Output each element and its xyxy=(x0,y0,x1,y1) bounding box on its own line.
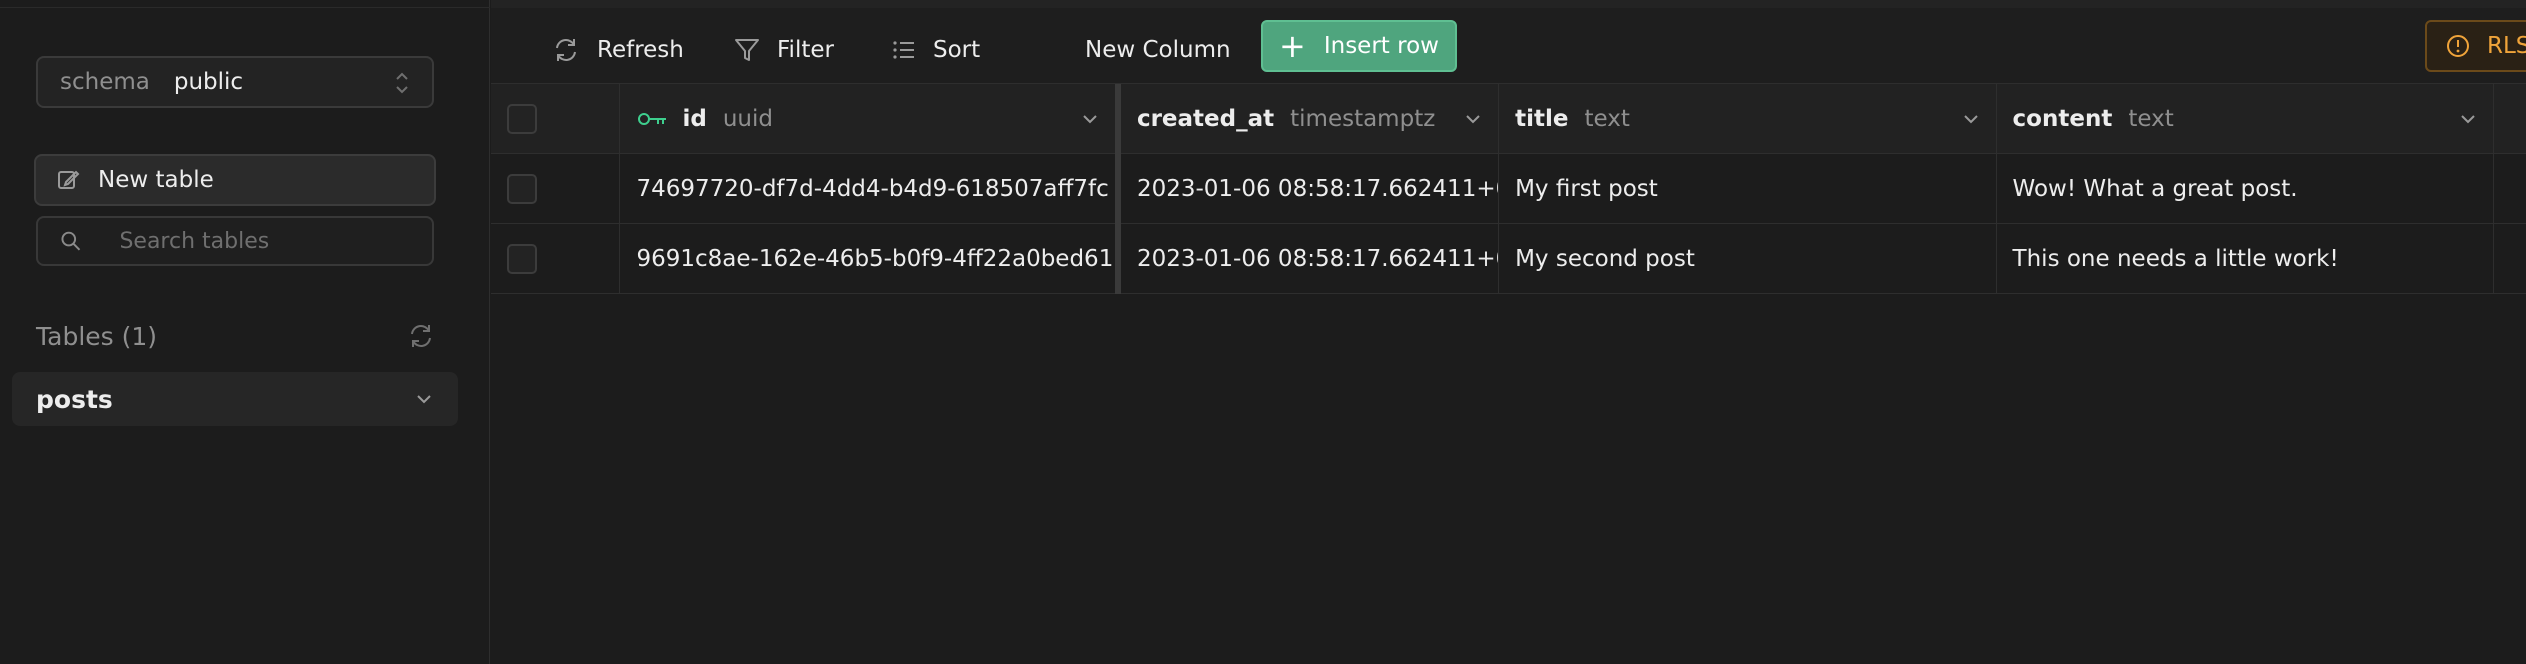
new-column-label: New Column xyxy=(1085,37,1231,63)
key-icon xyxy=(638,113,667,125)
filter-label: Filter xyxy=(777,37,834,63)
chevron-down-icon[interactable] xyxy=(1081,110,1099,128)
column-header-title[interactable]: title text xyxy=(1499,84,1997,154)
cell-created-at[interactable]: 2023-01-06 08:58:17.662411+00 xyxy=(1121,154,1500,224)
table-row[interactable]: 9691c8ae-162e-46b5-b0f9-4ff22a0bed61 202… xyxy=(491,224,2526,294)
filter-button[interactable]: Filter xyxy=(733,30,834,70)
tables-count-label: Tables (1) xyxy=(36,321,158,351)
edit-icon xyxy=(58,170,80,189)
chevron-down-icon[interactable] xyxy=(414,389,434,409)
column-type: text xyxy=(2128,106,2174,132)
column-type: text xyxy=(1584,106,1630,132)
cell-id[interactable]: 74697720-df7d-4dd4-b4d9-618507aff7fc xyxy=(620,154,1121,224)
table-editor: Refresh Filter Sort New Column + Insert … xyxy=(491,0,2526,664)
rls-warning-badge[interactable]: RLS xyxy=(2425,20,2526,72)
sidebar-top-divider xyxy=(0,0,490,8)
table-name-label: posts xyxy=(36,384,113,414)
new-table-label: New table xyxy=(98,167,214,193)
row-filler-cell xyxy=(2494,154,2526,224)
tables-header: Tables (1) xyxy=(36,318,436,354)
column-type: uuid xyxy=(722,106,773,132)
column-name: id xyxy=(682,106,707,132)
refresh-icon xyxy=(556,39,576,61)
cell-title[interactable]: My second post xyxy=(1499,224,1997,294)
sort-button[interactable]: Sort xyxy=(891,30,980,70)
header-checkbox-cell xyxy=(491,84,621,154)
table-row[interactable]: 74697720-df7d-4dd4-b4d9-618507aff7fc 202… xyxy=(491,154,2526,224)
row-checkbox[interactable] xyxy=(507,174,537,204)
column-name: content xyxy=(2012,106,2113,132)
refresh-tables-icon[interactable] xyxy=(406,321,436,351)
cell-content[interactable]: This one needs a little work! xyxy=(1997,224,2495,294)
sidebar: schema public New table Tables (1) xyxy=(0,0,490,664)
row-checkbox-cell xyxy=(491,224,621,294)
grid-header-row: id uuid created_at timestamptz title tex… xyxy=(491,84,2526,154)
row-checkbox-cell xyxy=(491,154,621,224)
cell-title[interactable]: My first post xyxy=(1499,154,1997,224)
sidebar-item-posts[interactable]: posts xyxy=(12,372,458,426)
insert-row-label: Insert row xyxy=(1323,33,1439,59)
header-filler-cell xyxy=(2494,84,2526,154)
search-tables-input[interactable] xyxy=(117,227,410,255)
refresh-button[interactable]: Refresh xyxy=(551,30,684,70)
row-filler-cell xyxy=(2494,224,2526,294)
column-type: timestamptz xyxy=(1290,106,1436,132)
column-header-created-at[interactable]: created_at timestamptz xyxy=(1121,84,1500,154)
select-all-checkbox[interactable] xyxy=(507,104,537,134)
plus-icon: + xyxy=(1279,27,1306,65)
schema-label: schema xyxy=(60,69,150,95)
schema-select[interactable]: schema public xyxy=(36,56,434,108)
cell-content[interactable]: Wow! What a great post. xyxy=(1997,154,2495,224)
column-header-id[interactable]: id uuid xyxy=(620,84,1121,154)
filter-icon xyxy=(735,39,759,61)
rls-label: RLS xyxy=(2487,33,2526,59)
new-table-button[interactable]: New table xyxy=(34,154,436,206)
search-tables-box[interactable] xyxy=(36,216,434,266)
chevron-up-down-icon xyxy=(396,72,408,94)
search-icon xyxy=(61,231,81,251)
refresh-label: Refresh xyxy=(597,37,684,63)
column-header-content[interactable]: content text xyxy=(1997,84,2495,154)
chevron-down-icon[interactable] xyxy=(1962,110,1980,128)
chevron-down-icon[interactable] xyxy=(2459,110,2477,128)
schema-value: public xyxy=(173,69,244,95)
alert-circle-icon xyxy=(2447,35,2469,57)
app-window: schema public New table Tables (1) xyxy=(0,0,2526,664)
chevron-down-icon[interactable] xyxy=(1464,110,1482,128)
sort-label: Sort xyxy=(933,37,981,63)
column-name: title xyxy=(1515,106,1569,132)
toolbar: Refresh Filter Sort New Column + Insert … xyxy=(491,0,2526,84)
new-column-button[interactable]: New Column xyxy=(1085,30,1231,70)
column-name: created_at xyxy=(1136,106,1275,132)
row-checkbox[interactable] xyxy=(507,244,537,274)
cell-id[interactable]: 9691c8ae-162e-46b5-b0f9-4ff22a0bed61 xyxy=(620,224,1121,294)
cell-created-at[interactable]: 2023-01-06 08:58:17.662411+00 xyxy=(1121,224,1500,294)
insert-row-button[interactable]: + Insert row xyxy=(1261,20,1457,72)
sort-icon xyxy=(893,41,914,59)
